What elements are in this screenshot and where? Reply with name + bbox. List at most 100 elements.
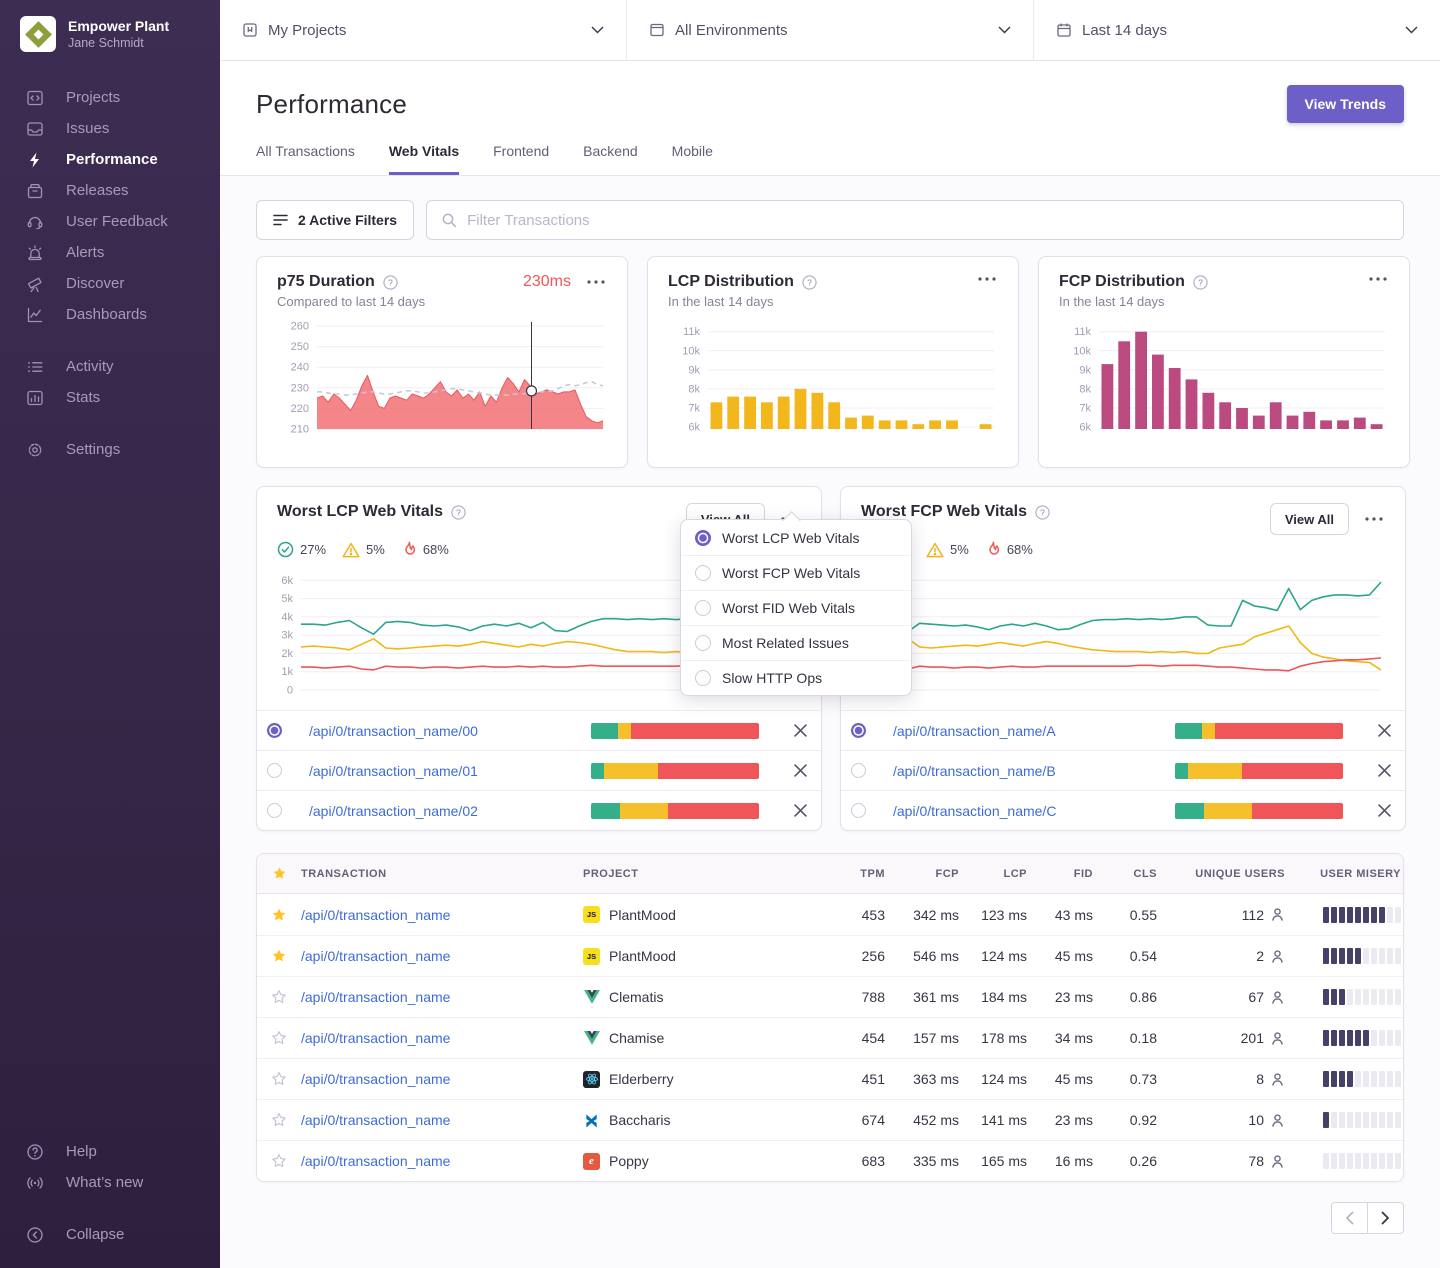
misery-segment	[1363, 1030, 1369, 1046]
sidebar-item-dashboards[interactable]: Dashboards	[0, 299, 220, 330]
misery-segment	[1355, 948, 1361, 964]
date-range-filter[interactable]: Last 14 days	[1034, 0, 1440, 60]
dismiss-button[interactable]	[1363, 764, 1405, 777]
dismiss-button[interactable]	[1363, 804, 1405, 817]
star-outline-icon[interactable]	[271, 1153, 287, 1169]
card-menu-button[interactable]	[585, 276, 607, 288]
dismiss-button[interactable]	[779, 804, 821, 817]
transaction-link[interactable]: /api/0/transaction_name/B	[893, 763, 1175, 779]
search-input[interactable]	[467, 212, 1389, 229]
sidebar-item-projects[interactable]: Projects	[0, 82, 220, 113]
calendar-icon	[1056, 22, 1072, 38]
environment-filter[interactable]: All Environments	[627, 0, 1034, 60]
sidebar-item-alerts[interactable]: Alerts	[0, 237, 220, 268]
dismiss-button[interactable]	[779, 724, 821, 737]
transaction-link[interactable]: /api/0/transaction_name/01	[309, 763, 591, 779]
dismiss-button[interactable]	[1363, 724, 1405, 737]
dropdown-option[interactable]: Worst FCP Web Vitals	[681, 555, 911, 590]
tab-frontend[interactable]: Frontend	[493, 143, 549, 175]
help-icon[interactable]: ?	[383, 275, 398, 290]
transaction-link[interactable]: /api/0/transaction_name/00	[309, 723, 591, 739]
column-header[interactable]: FID	[1027, 868, 1093, 880]
sidebar-item-whats-new[interactable]: What’s new	[0, 1167, 220, 1198]
transaction-link[interactable]: /api/0/transaction_name	[301, 1030, 583, 1046]
star-filled-icon[interactable]	[271, 948, 287, 964]
radio-icon[interactable]	[267, 763, 282, 778]
transaction-link[interactable]: /api/0/transaction_name	[301, 1112, 583, 1128]
radio-icon[interactable]	[851, 723, 866, 738]
sidebar-item-releases[interactable]: Releases	[0, 175, 220, 206]
worst-fcp-chart[interactable]: 01k2k3k4k5k6k	[855, 566, 1385, 698]
help-icon[interactable]: ?	[802, 275, 817, 290]
sidebar-item-help[interactable]: Help	[0, 1136, 220, 1167]
star-column-header-icon[interactable]	[257, 866, 301, 881]
sidebar-item-performance[interactable]: Performance	[0, 144, 220, 175]
sidebar-item-settings[interactable]: Settings	[0, 434, 220, 465]
dismiss-button[interactable]	[779, 764, 821, 777]
dropdown-option[interactable]: Most Related Issues	[681, 625, 911, 660]
radio-icon[interactable]	[267, 723, 282, 738]
column-header[interactable]: TPM	[823, 868, 885, 880]
sidebar-item-issues[interactable]: Issues	[0, 113, 220, 144]
fcp-value: 335 ms	[885, 1153, 959, 1169]
misery-segment	[1371, 1030, 1377, 1046]
radio-icon[interactable]	[267, 803, 282, 818]
card-menu-button[interactable]	[1367, 273, 1389, 285]
card-menu-button[interactable]	[976, 273, 998, 285]
view-trends-button[interactable]: View Trends	[1287, 85, 1404, 123]
star-outline-icon[interactable]	[271, 1071, 287, 1087]
radio-icon	[695, 635, 711, 651]
unique-users-value: 78	[1248, 1153, 1264, 1169]
star-filled-icon[interactable]	[271, 907, 287, 923]
transaction-link[interactable]: /api/0/transaction_name	[301, 948, 583, 964]
sidebar-item-user-feedback[interactable]: User Feedback	[0, 206, 220, 237]
svg-text:250: 250	[291, 341, 309, 353]
active-filters-button[interactable]: 2 Active Filters	[256, 200, 414, 240]
transaction-link[interactable]: /api/0/transaction_name/02	[309, 803, 591, 819]
column-header[interactable]: LCP	[959, 868, 1027, 880]
column-header[interactable]: FCP	[885, 868, 959, 880]
transaction-link[interactable]: /api/0/transaction_name/C	[893, 803, 1175, 819]
card-menu-button[interactable]	[1363, 513, 1385, 525]
radio-icon[interactable]	[851, 763, 866, 778]
radio-icon	[695, 565, 711, 581]
previous-page-button[interactable]	[1331, 1202, 1368, 1234]
sidebar-item-label: Releases	[66, 182, 129, 199]
tab-backend[interactable]: Backend	[583, 143, 637, 175]
org-switcher[interactable]: Empower Plant Jane Schmidt	[0, 0, 220, 52]
help-icon[interactable]: ?	[1035, 505, 1050, 520]
transaction-link[interactable]: /api/0/transaction_name	[301, 907, 583, 923]
transaction-link[interactable]: /api/0/transaction_name/A	[893, 723, 1175, 739]
lcp-distribution-chart[interactable]: 6k7k8k9k10k11k	[668, 319, 998, 437]
transaction-link[interactable]: /api/0/transaction_name	[301, 989, 583, 1005]
column-header[interactable]: UNIQUE USERS	[1157, 868, 1285, 880]
dropdown-option[interactable]: Worst FID Web Vitals	[681, 590, 911, 625]
radio-icon[interactable]	[851, 803, 866, 818]
transaction-link[interactable]: /api/0/transaction_name	[301, 1153, 583, 1169]
tab-mobile[interactable]: Mobile	[672, 143, 713, 175]
help-icon[interactable]: ?	[451, 505, 466, 520]
dropdown-option[interactable]: Slow HTTP Ops	[681, 660, 911, 695]
column-header[interactable]: USER MISERY	[1285, 868, 1403, 880]
star-outline-icon[interactable]	[271, 989, 287, 1005]
help-icon[interactable]: ?	[1193, 275, 1208, 290]
view-all-button[interactable]: View All	[1270, 503, 1349, 535]
sidebar-item-stats[interactable]: Stats	[0, 382, 220, 413]
sidebar-item-activity[interactable]: Activity	[0, 351, 220, 382]
column-header[interactable]: TRANSACTION	[301, 868, 583, 880]
transaction-link[interactable]: /api/0/transaction_name	[301, 1071, 583, 1087]
p75-duration-chart[interactable]: 210220230240250260	[277, 319, 607, 437]
sidebar-item-collapse[interactable]: Collapse	[0, 1219, 220, 1250]
tab-all-transactions[interactable]: All Transactions	[256, 143, 355, 175]
next-page-button[interactable]	[1367, 1202, 1404, 1234]
lcp-value: 141 ms	[959, 1112, 1027, 1128]
tab-web-vitals[interactable]: Web Vitals	[389, 143, 459, 175]
dropdown-option[interactable]: Worst LCP Web Vitals	[681, 520, 911, 555]
star-outline-icon[interactable]	[271, 1112, 287, 1128]
column-header[interactable]: CLS	[1093, 868, 1157, 880]
sidebar-item-discover[interactable]: Discover	[0, 268, 220, 299]
fcp-distribution-chart[interactable]: 6k7k8k9k10k11k	[1059, 319, 1389, 437]
column-header[interactable]: PROJECT	[583, 868, 823, 880]
project-filter[interactable]: My Projects	[220, 0, 627, 60]
star-outline-icon[interactable]	[271, 1030, 287, 1046]
